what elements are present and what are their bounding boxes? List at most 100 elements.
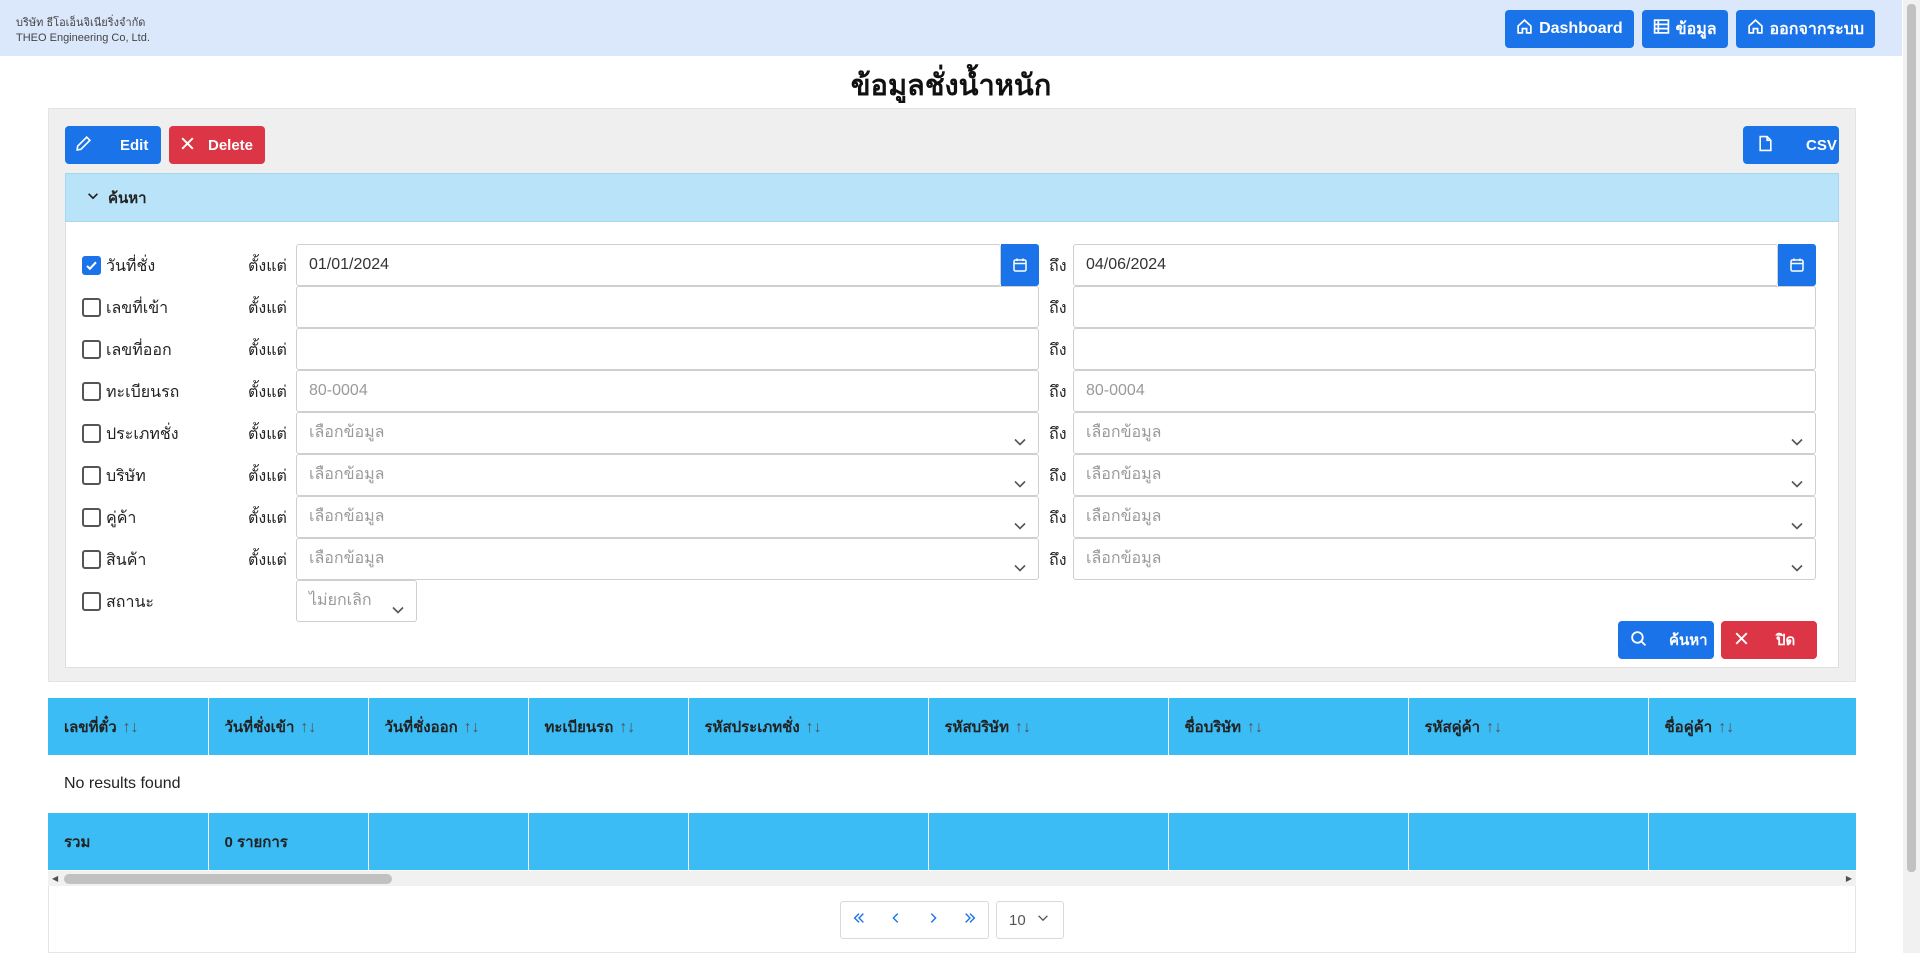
column-header-partner-name[interactable]: ชื่อคู่ค้า ↑↓ [1648,698,1857,755]
page-size-select[interactable]: 10 [996,901,1064,939]
product-from-select[interactable]: เลือกข้อมูล [296,538,1039,580]
filter-checkbox-partner[interactable] [82,508,101,527]
vertical-scrollbar[interactable] [1903,0,1920,953]
filter-checkbox-weigh-type[interactable] [82,424,101,443]
next-page-button[interactable] [914,901,952,939]
select-placeholder: เลือกข้อมูล [1086,550,1162,567]
column-header-ticket-number[interactable]: เลขที่ตั๋ว ↑↓ [48,698,209,755]
sort-icon[interactable]: ↑↓ [619,719,635,736]
column-header-company-code[interactable]: รหัสบริษัท ↑↓ [928,698,1169,755]
filter-row-partner: คู่ค้า ตั้งแต่ เลือกข้อมูล ถึง เลือกข้อม… [66,496,1838,538]
filter-row-status: สถานะ ไม่ยกเลิก [66,580,1838,622]
data-menu-label: ข้อมูล [1675,20,1717,38]
column-header-weigh-out-date[interactable]: วันที่ชั่งออก ↑↓ [368,698,529,755]
search-button-label: ค้นหา [1669,632,1708,649]
column-header-label: ชื่อคู่ค้า [1664,718,1713,736]
filter-checkbox-exit-number[interactable] [82,340,101,359]
page-title: ข้อมูลชั่งน้ำหนัก [850,70,1052,102]
calendar-icon[interactable] [1778,244,1816,286]
filter-checkbox-status[interactable] [82,592,101,611]
sort-icon[interactable]: ↑↓ [300,719,316,736]
chevron-down-icon [1036,911,1050,929]
sort-icon[interactable]: ↑↓ [1718,719,1734,736]
chevron-down-icon [390,594,406,634]
exit-number-from-input[interactable] [296,328,1039,370]
weigh-type-to-select[interactable]: เลือกข้อมูล [1073,412,1816,454]
status-select-value: ไม่ยกเลิก [309,592,372,609]
dashboard-button[interactable]: Dashboard [1505,10,1634,48]
filter-checkbox-company[interactable] [82,466,101,485]
column-header-weigh-type-code[interactable]: รหัสประเภทชั่ง ↑↓ [688,698,929,755]
column-header-company-name[interactable]: ชื่อบริษัท ↑↓ [1168,698,1409,755]
horizontal-scrollbar-thumb[interactable] [64,874,392,884]
entry-number-to-input[interactable] [1073,286,1816,328]
logout-button[interactable]: ออกจากระบบ [1735,10,1875,48]
search-section-header[interactable]: ค้นหา [65,173,1839,222]
from-label: ตั้งแต่ [248,342,287,359]
product-to-select[interactable]: เลือกข้อมูล [1073,538,1816,580]
scroll-right-icon[interactable]: ▶ [1846,874,1852,883]
filter-checkbox-entry-number[interactable] [82,298,101,317]
from-label: ตั้งแต่ [248,258,287,275]
csv-button[interactable]: CSV [1743,126,1839,164]
company-name-en: THEO Engineering Co, Ltd. [16,32,150,44]
horizontal-scrollbar[interactable]: ◀ ▶ [48,871,1856,886]
weigh-date-from-input[interactable]: 01/01/2024 [296,244,1001,286]
column-header-partner-code[interactable]: รหัสคู่ค้า ↑↓ [1408,698,1649,755]
footer-cell [1648,813,1857,870]
filter-checkbox-license-plate[interactable] [82,382,101,401]
edit-button[interactable]: Edit [65,126,161,164]
company-to-select[interactable]: เลือกข้อมูล [1073,454,1816,496]
to-label: ถึง [1049,468,1067,485]
partner-to-select[interactable]: เลือกข้อมูล [1073,496,1816,538]
last-page-button[interactable] [951,901,989,939]
search-button[interactable]: ค้นหา [1618,621,1714,659]
calendar-icon[interactable] [1001,244,1039,286]
filter-label: ประเภทชั่ง [106,426,179,443]
column-header-label: รหัสคู่ค้า [1424,718,1481,736]
license-plate-to-input[interactable]: 80-0004 [1073,370,1816,412]
to-label: ถึง [1049,342,1067,359]
delete-label: Delete [208,136,254,154]
previous-page-button[interactable] [877,901,915,939]
exit-number-to-input[interactable] [1073,328,1816,370]
pagination: 10 [48,886,1856,953]
partner-from-select[interactable]: เลือกข้อมูล [296,496,1039,538]
first-page-button[interactable] [840,901,878,939]
column-header-weigh-in-date[interactable]: วันที่ชั่งเข้า ↑↓ [208,698,369,755]
filter-row-license-plate: ทะเบียนรถ ตั้งแต่ 80-0004 ถึง 80-0004 [66,370,1838,412]
close-button-label: ปิด [1776,632,1796,649]
double-chevron-right-icon [963,911,977,930]
close-button[interactable]: ปิด [1721,621,1817,659]
data-menu-button[interactable]: ข้อมูล [1641,10,1728,48]
sort-icon[interactable]: ↑↓ [1247,719,1263,736]
sort-icon[interactable]: ↑↓ [123,719,139,736]
from-label: ตั้งแต่ [248,468,287,485]
filter-label: ทะเบียนรถ [106,384,180,401]
entry-number-from-input[interactable] [296,286,1039,328]
sort-icon[interactable]: ↑↓ [1015,719,1031,736]
double-chevron-left-icon [852,911,866,930]
filter-checkbox-product[interactable] [82,550,101,569]
weigh-type-from-select[interactable]: เลือกข้อมูล [296,412,1039,454]
scroll-left-icon[interactable]: ◀ [52,874,58,883]
vertical-scrollbar-thumb[interactable] [1907,4,1916,872]
select-placeholder: เลือกข้อมูล [309,508,385,525]
license-plate-from-input[interactable]: 80-0004 [296,370,1039,412]
sort-icon[interactable]: ↑↓ [1486,719,1502,736]
sort-icon[interactable]: ↑↓ [464,719,480,736]
footer-total-label: รวม [48,813,209,870]
sort-icon[interactable]: ↑↓ [806,719,822,736]
delete-button[interactable]: Delete [169,126,265,164]
status-select[interactable]: ไม่ยกเลิก [296,580,417,622]
company-from-select[interactable]: เลือกข้อมูล [296,454,1039,496]
column-header-license-plate[interactable]: ทะเบียนรถ ↑↓ [528,698,689,755]
chevron-left-icon [889,911,903,930]
weigh-date-to-input[interactable]: 04/06/2024 [1073,244,1778,286]
filter-checkbox-weigh-date[interactable] [82,256,101,275]
filter-label: เลขที่ออก [106,342,172,359]
home-icon [1516,18,1533,40]
column-header-label: วันที่ชั่งเข้า [224,718,295,736]
top-navbar: บริษัท ธีโอเอ็นจิเนียริ่งจำกัด THEO Engi… [0,0,1902,56]
to-label: ถึง [1049,300,1067,317]
